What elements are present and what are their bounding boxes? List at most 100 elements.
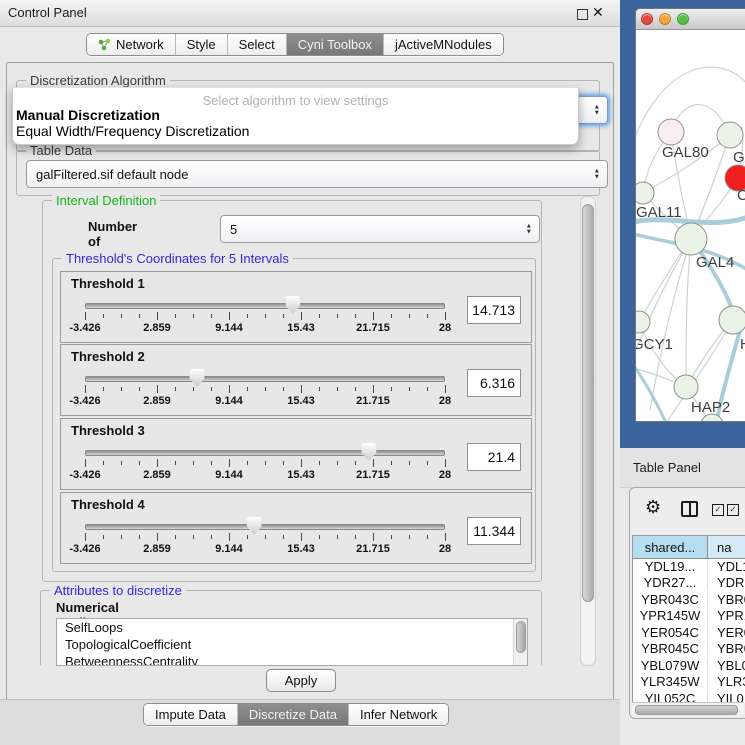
threshold-value-field[interactable]: 14.713: [467, 296, 521, 324]
scale-label: 2.859: [143, 469, 171, 481]
group-title: Table Data: [26, 143, 96, 158]
tick-mark: [211, 314, 212, 318]
slider-track[interactable]: [85, 303, 445, 309]
table-settings-gear-icon[interactable]: ⚙: [645, 498, 661, 516]
tick-mark: [193, 387, 194, 391]
table-row[interactable]: YBL079WYBL0: [633, 657, 745, 674]
tick-mark: [247, 387, 248, 391]
attribute-item-topologicalcoefficient[interactable]: TopologicalCoefficient: [57, 636, 527, 653]
table-row[interactable]: YDL19...YDL1: [633, 558, 745, 575]
tick-mark: [445, 459, 446, 467]
network-node[interactable]: [675, 223, 707, 255]
tick-mark: [229, 312, 230, 320]
network-edge[interactable]: [686, 239, 691, 387]
threshold-value-field[interactable]: 6.316: [467, 369, 521, 397]
cell-name: YPR1: [708, 608, 745, 623]
threshold-value-field[interactable]: 11.344: [467, 517, 521, 545]
cell-name: YBR0: [708, 592, 745, 607]
scrollbar-thumb[interactable]: [582, 204, 594, 602]
tab-jactivemnodules[interactable]: jActiveMNodules: [384, 34, 503, 55]
tick-mark: [121, 387, 122, 391]
tab-network[interactable]: Network: [87, 34, 176, 55]
network-canvas[interactable]: GAL80GACGAL11GAL4GCY1HHAP2: [636, 30, 745, 421]
column-header-2[interactable]: na: [708, 536, 745, 558]
tick-mark: [175, 314, 176, 318]
network-window-titlebar[interactable]: [636, 9, 745, 30]
tick-mark: [247, 461, 248, 465]
threshold-value-field[interactable]: 21.4: [467, 443, 521, 471]
column-header-1[interactable]: shared...: [633, 536, 708, 558]
slider-track[interactable]: [85, 524, 445, 530]
zoom-window-icon[interactable]: [677, 13, 689, 25]
close-panel-icon[interactable]: ✕: [592, 4, 604, 21]
split-columns-icon[interactable]: [681, 501, 698, 517]
table-row[interactable]: YER054CYER0: [633, 624, 745, 641]
network-node[interactable]: [658, 119, 684, 145]
apply-button[interactable]: Apply: [266, 669, 336, 692]
tick-mark: [319, 387, 320, 391]
tick-mark: [265, 314, 266, 318]
cell-shared-name: YDR27...: [633, 575, 708, 590]
list-scrollbar-thumb[interactable]: [516, 621, 526, 653]
tick-mark: [229, 385, 230, 393]
attribute-item-selfloops[interactable]: SelfLoops: [57, 619, 527, 636]
numerical-attributes-list[interactable]: SelfLoopsTopologicalCoefficientBetweenne…: [56, 618, 528, 666]
table-row[interactable]: YDR27...YDR2: [633, 575, 745, 592]
table-row[interactable]: YBR043CYBR0: [633, 591, 745, 608]
slider-track[interactable]: [85, 450, 445, 456]
tick-mark: [121, 461, 122, 465]
list-scrollbar[interactable]: [513, 619, 527, 665]
table-row[interactable]: YBR045CYBR0: [633, 641, 745, 658]
algorithm-dropdown-popup: Select algorithm to view settings Manual…: [12, 87, 579, 145]
tick-mark: [157, 533, 158, 541]
cell-name: YDL1: [708, 559, 745, 574]
float-panel-icon[interactable]: [577, 9, 588, 20]
tab-impute-data[interactable]: Impute Data: [144, 704, 238, 725]
scale-label: 9.144: [215, 395, 243, 407]
network-node[interactable]: [719, 306, 745, 334]
settings-scrollbar[interactable]: [580, 196, 596, 666]
network-edge[interactable]: [636, 360, 668, 421]
tab-label: Infer Network: [360, 707, 437, 722]
scale-label: -3.426: [69, 543, 100, 555]
column-checkbox-icon[interactable]: ✓: [727, 504, 739, 516]
tick-mark: [121, 535, 122, 539]
minimize-window-icon[interactable]: [659, 13, 671, 25]
column-checkbox-icon[interactable]: ✓: [712, 504, 724, 516]
tick-mark: [85, 385, 86, 393]
dropdown-items: Manual DiscretizationEqual Width/Frequen…: [13, 108, 578, 140]
scale-label: 28: [439, 322, 451, 334]
network-node[interactable]: [636, 311, 650, 333]
horizontal-scrollbar-thumb[interactable]: [635, 705, 738, 715]
table-data-combobox[interactable]: galFiltered.sif default node ▲▼: [26, 160, 608, 188]
table-horizontal-scrollbar[interactable]: [632, 702, 744, 715]
dropdown-item-equal-width-frequency-discretization[interactable]: Equal Width/Frequency Discretization: [13, 124, 578, 140]
tab-select[interactable]: Select: [228, 34, 287, 55]
tab-label: Select: [239, 37, 275, 52]
network-node[interactable]: [717, 122, 743, 148]
tab-infer-network[interactable]: Infer Network: [349, 704, 448, 725]
tick-mark: [319, 314, 320, 318]
dropdown-item-manual-discretization[interactable]: Manual Discretization: [13, 108, 578, 124]
table-row[interactable]: YLR345WYLR3: [633, 674, 745, 691]
tab-style[interactable]: Style: [176, 34, 228, 55]
tick-mark: [265, 387, 266, 391]
table-row[interactable]: YPR145WYPR1: [633, 608, 745, 625]
tick-mark: [355, 535, 356, 539]
tab-cyni-toolbox[interactable]: Cyni Toolbox: [287, 34, 384, 55]
network-node[interactable]: [636, 182, 654, 204]
node-label: GAL80: [662, 144, 709, 161]
slider-track[interactable]: [85, 376, 445, 382]
tab-discretize-data[interactable]: Discretize Data: [238, 704, 349, 725]
network-graph: GAL80GACGAL11GAL4GCY1HHAP2: [636, 30, 745, 421]
close-window-icon[interactable]: [641, 13, 653, 25]
node-label: C: [737, 187, 745, 204]
scale-label: 21.715: [356, 395, 390, 407]
tick-mark: [85, 459, 86, 467]
number-of-intervals-spinner[interactable]: 5 ▲▼: [220, 215, 540, 243]
attribute-item-betweennesscentrality[interactable]: BetweennessCentrality: [57, 653, 527, 666]
network-node[interactable]: [674, 375, 698, 399]
tick-mark: [337, 314, 338, 318]
scale-label: 28: [439, 395, 451, 407]
tick-mark: [85, 533, 86, 541]
